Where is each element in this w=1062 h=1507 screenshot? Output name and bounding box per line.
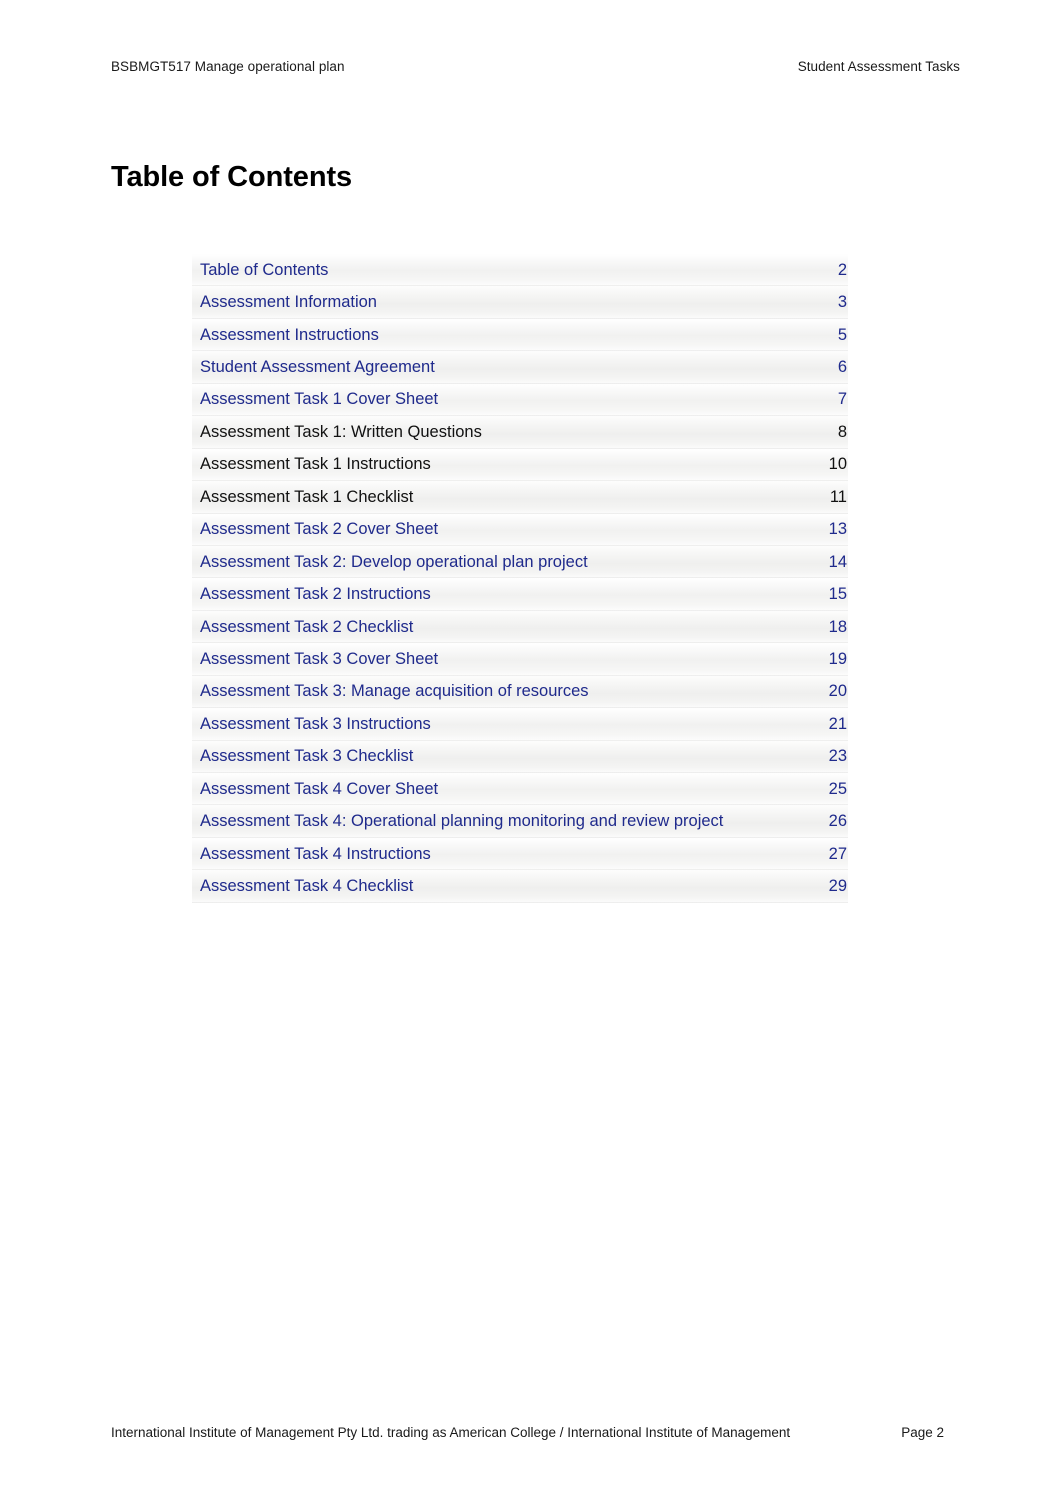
toc-entry-page-number: 13 <box>828 520 847 539</box>
toc-entry-label[interactable]: Assessment Task 1 Cover Sheet <box>192 389 438 410</box>
toc-entry-page-number: 8 <box>837 422 847 441</box>
toc-entry-page-number: 19 <box>828 649 847 668</box>
toc-entry-page-number: 23 <box>828 747 847 766</box>
toc-entry[interactable]: Table of Contents 2 <box>192 254 848 287</box>
toc-entry-label: Assessment Task 1 Checklist <box>200 487 414 506</box>
toc-entry[interactable]: Assessment Task 3 Checklist 23 <box>192 740 848 774</box>
toc-entry-label[interactable]: Table of Contents <box>192 260 328 281</box>
toc-entry[interactable]: Assessment Task 4 Instructions 27 <box>192 837 848 871</box>
toc-entry-page-number: 10 <box>828 455 847 474</box>
footer-organisation: International Institute of Management Pt… <box>111 1425 791 1440</box>
toc-entry-label[interactable]: Assessment Task 2 Checklist <box>192 617 413 638</box>
toc-entry-page-number: 25 <box>828 779 847 798</box>
toc-entry-label[interactable]: Assessment Task 4 Cover Sheet <box>192 779 438 800</box>
toc-entry-label[interactable]: Assessment Task 4 Instructions <box>192 844 431 865</box>
header-document-type: Student Assessment Tasks <box>797 59 960 74</box>
toc-entry: Assessment Task 1 Checklist 11 <box>192 481 848 514</box>
toc-entry[interactable]: Student Assessment Agreement 6 <box>192 351 848 385</box>
toc-entry-page-number: 21 <box>828 714 847 733</box>
toc-entry-label[interactable]: Assessment Task 2: Develop operational p… <box>192 552 588 573</box>
toc-entry[interactable]: Assessment Task 4: Operational planning … <box>192 805 848 839</box>
toc-entry[interactable]: Assessment Task 2 Checklist 18 <box>192 610 848 644</box>
page-title: Table of Contents <box>111 161 353 193</box>
toc-entry-page-number: 27 <box>828 844 847 863</box>
toc-entry-label: Assessment Task 1 Instructions <box>200 455 431 474</box>
header-unit-code: BSBMGT517 Manage operational plan <box>111 59 345 74</box>
toc-entry[interactable]: Assessment Task 4 Cover Sheet 25 <box>192 773 848 806</box>
toc-entry-label[interactable]: Assessment Task 4 Checklist <box>192 876 413 897</box>
toc-entry[interactable]: Assessment Information 3 <box>192 286 848 320</box>
toc-entry-label[interactable]: Assessment Task 3: Manage acquisition of… <box>192 681 589 702</box>
toc-entry: Assessment Task 1: Written Questions 8 <box>192 416 848 450</box>
footer-page-number: Page 2 <box>901 1425 944 1440</box>
toc-entry-label[interactable]: Assessment Task 2 Instructions <box>192 584 431 605</box>
toc-entry-page-number: 18 <box>828 617 847 636</box>
toc-entry-label[interactable]: Assessment Task 4: Operational planning … <box>192 811 723 832</box>
toc-entry-label[interactable]: Assessment Task 3 Cover Sheet <box>192 649 438 670</box>
toc-entry-page-number: 7 <box>837 390 847 409</box>
toc-entry-label[interactable]: Assessment Task 2 Cover Sheet <box>192 519 438 540</box>
toc-entry-page-number: 11 <box>829 487 847 506</box>
table-of-contents: Table of Contents 2 Assessment Information… <box>192 254 848 904</box>
toc-entry-label: Assessment Task 1: Written Questions <box>200 422 482 441</box>
toc-entry-page-number: 3 <box>837 293 847 312</box>
toc-entry-label[interactable]: Assessment Task 3 Instructions <box>192 714 431 735</box>
page-footer: International Institute of Management Pt… <box>111 1424 960 1442</box>
toc-entry-page-number: 6 <box>837 358 847 377</box>
toc-entry-label[interactable]: Assessment Information <box>192 292 377 313</box>
toc-entry[interactable]: Assessment Task 2 Cover Sheet 13 <box>192 513 848 547</box>
toc-entry-page-number: 29 <box>828 877 847 896</box>
toc-entry-label[interactable]: Assessment Instructions <box>192 325 379 346</box>
toc-entry-page-number: 14 <box>828 552 847 571</box>
toc-entry: Assessment Task 1 Instructions 10 <box>192 448 848 482</box>
toc-entry[interactable]: Assessment Task 4 Checklist 29 <box>192 870 848 904</box>
toc-entry[interactable]: Assessment Task 3 Instructions 21 <box>192 708 848 742</box>
toc-entry-page-number: 26 <box>828 812 847 831</box>
toc-entry-label[interactable]: Student Assessment Agreement <box>192 357 435 378</box>
toc-entry[interactable]: Assessment Task 3: Manage acquisition of… <box>192 675 848 709</box>
page-header: BSBMGT517 Manage operational plan Studen… <box>111 58 960 75</box>
toc-entry[interactable]: Assessment Task 3 Cover Sheet 19 <box>192 643 848 677</box>
toc-entry[interactable]: Assessment Instructions 5 <box>192 318 848 352</box>
toc-entry[interactable]: Assessment Task 2 Instructions 15 <box>192 578 848 612</box>
toc-entry-page-number: 2 <box>837 260 847 279</box>
toc-entry-page-number: 20 <box>828 682 847 701</box>
toc-entry-page-number: 5 <box>837 325 847 344</box>
toc-entry[interactable]: Assessment Task 2: Develop operational p… <box>192 545 848 579</box>
toc-entry[interactable]: Assessment Task 1 Cover Sheet 7 <box>192 383 848 417</box>
toc-entry-page-number: 15 <box>828 585 847 604</box>
toc-entry-label[interactable]: Assessment Task 3 Checklist <box>192 746 413 767</box>
